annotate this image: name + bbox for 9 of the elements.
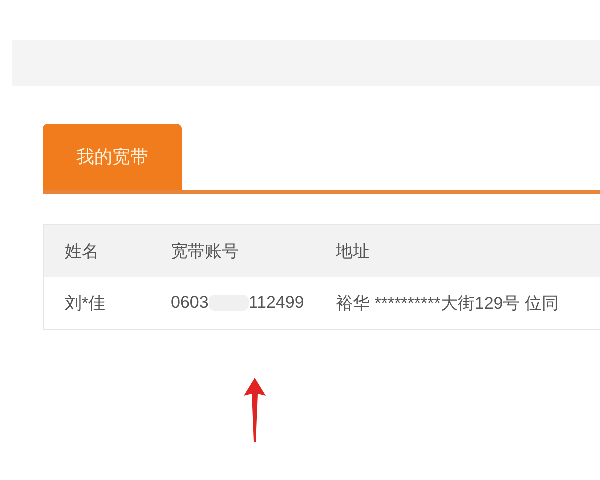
arrow-icon: [244, 378, 266, 442]
tab[interactable]: 我的宽带: [43, 124, 182, 190]
column-header: 姓名: [65, 242, 99, 260]
column-header: 地址: [336, 242, 370, 260]
table-cell: 刘*佳: [65, 294, 106, 312]
account-number-part: 112499: [248, 293, 304, 313]
table-cell: 裕华 **********大街129号 位同: [336, 294, 559, 312]
account-number-part: 0603: [171, 293, 209, 313]
column-header: 宽带账号: [171, 242, 239, 260]
